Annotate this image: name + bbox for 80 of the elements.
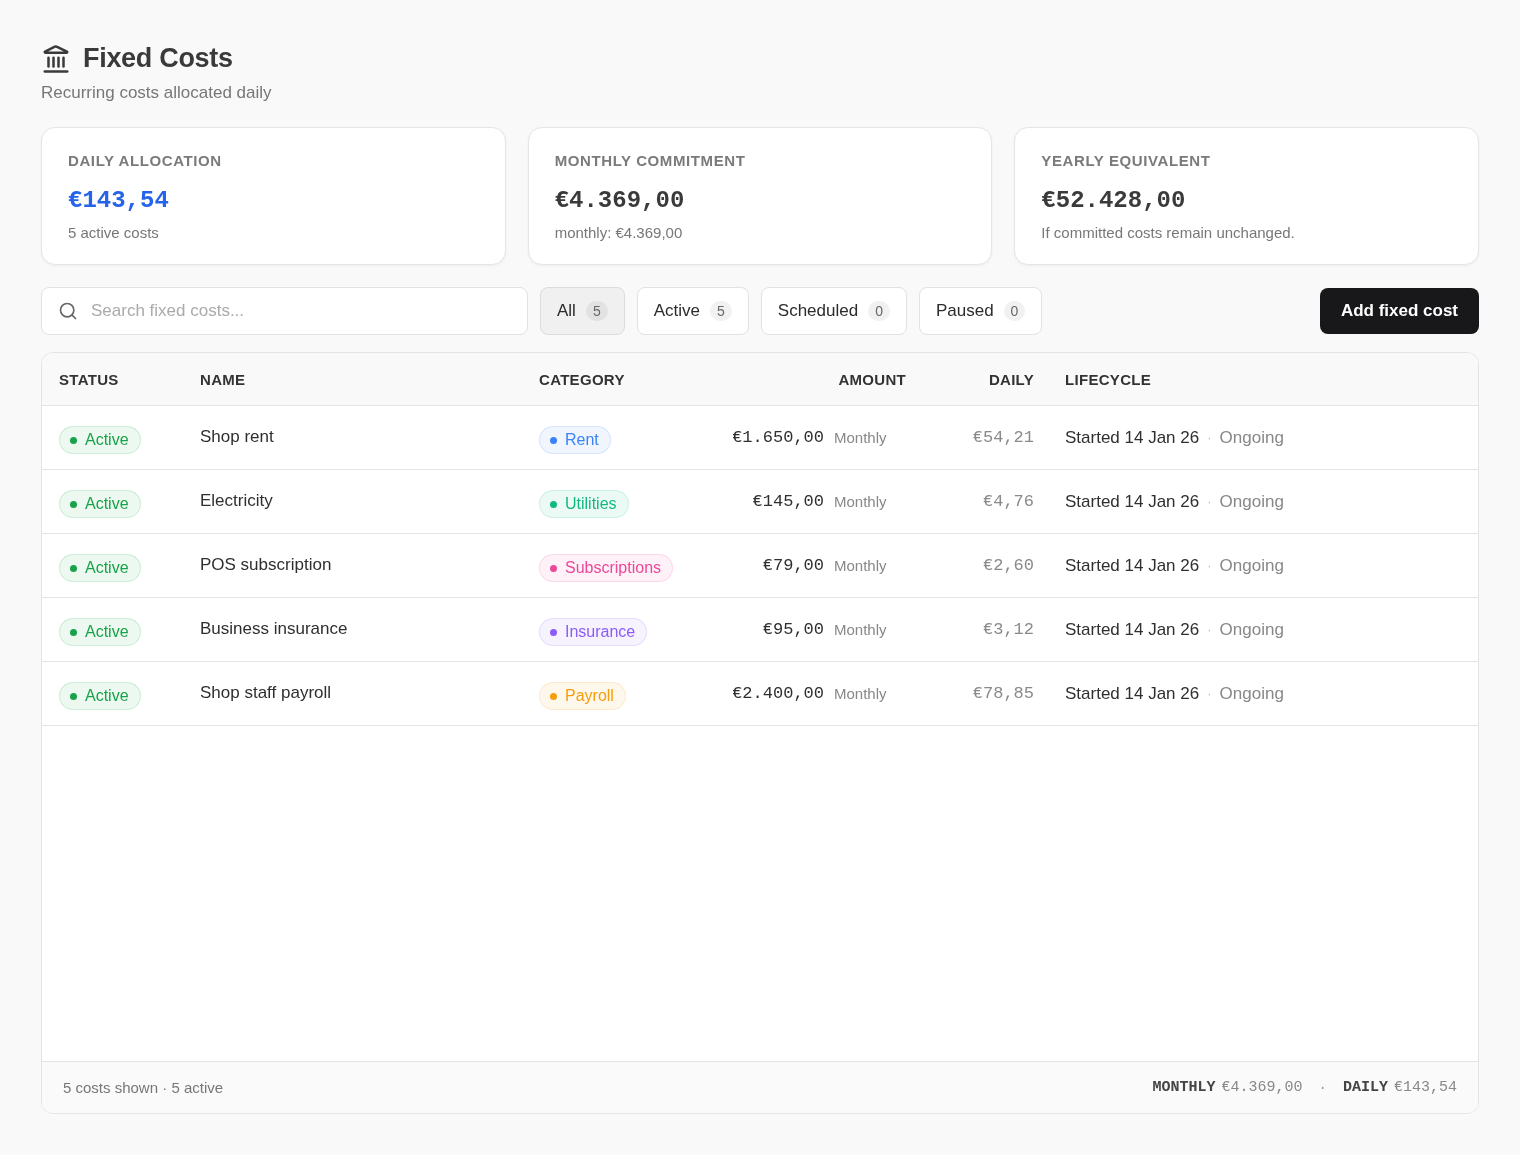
- amount-value: €79,00: [762, 556, 824, 575]
- add-fixed-cost-button[interactable]: Add fixed cost: [1319, 288, 1479, 334]
- filter-count: 5: [585, 301, 608, 321]
- amount-value: €1.650,00: [732, 428, 824, 447]
- end-text: Ongoing: [1219, 683, 1284, 704]
- bank-icon: [41, 43, 71, 74]
- column-header: CATEGORY: [539, 370, 625, 388]
- frequency-text: Monthly: [834, 621, 887, 638]
- start-date-text: Started 14 Jan 26: [1065, 427, 1200, 448]
- start-date-text: Started 14 Jan 26: [1065, 555, 1200, 576]
- filter-tab[interactable]: Scheduled 0: [760, 287, 907, 335]
- card-note: monthly: €4.369,00: [554, 224, 683, 241]
- page-title: Fixed Costs: [83, 43, 233, 74]
- card-value: €4.369,00: [554, 187, 685, 214]
- start-date-text: Started 14 Jan 26: [1065, 619, 1200, 640]
- start-date-text: Started 14 Jan 26: [1065, 491, 1200, 512]
- column-header: LIFECYCLE: [1065, 370, 1152, 388]
- lifecycle-separator: ·: [1207, 494, 1212, 509]
- amount-value: €2.400,00: [732, 684, 824, 703]
- daily-value: €54,21: [972, 428, 1034, 447]
- daily-value: €3,12: [983, 620, 1034, 639]
- search-field[interactable]: Search fixed costs...: [41, 287, 528, 335]
- end-text: Ongoing: [1219, 555, 1284, 576]
- filter-tab[interactable]: Active 5: [636, 287, 749, 335]
- amount-value: €95,00: [762, 620, 824, 639]
- end-text: Ongoing: [1219, 491, 1284, 512]
- filter-count: 5: [710, 301, 732, 321]
- status-badge: Active: [59, 554, 141, 582]
- cost-name: Shop rent: [200, 426, 274, 447]
- search-icon: [58, 301, 78, 321]
- column-header: AMOUNT: [838, 370, 906, 388]
- end-text: Ongoing: [1219, 427, 1284, 448]
- category-tag: Subscriptions: [539, 554, 674, 582]
- cost-name: Business insurance: [200, 618, 348, 639]
- card-value: €52.428,00: [1041, 187, 1186, 214]
- frequency-text: Monthly: [834, 685, 887, 702]
- card-label: DAILY ALLOCATION: [68, 152, 222, 169]
- cost-name: POS subscription: [200, 554, 332, 575]
- filter-count: 0: [868, 301, 890, 321]
- total-label: MONTHLY: [1152, 1079, 1216, 1096]
- frequency-text: Monthly: [834, 557, 887, 574]
- card-value: €143,54: [68, 187, 169, 214]
- filter-count: 0: [1003, 301, 1026, 321]
- category-tag: Utilities: [539, 490, 629, 518]
- status-badge: Active: [59, 682, 141, 710]
- footer-summary: 5 costs shown · 5 active: [63, 1079, 224, 1096]
- card-label: MONTHLY COMMITMENT: [554, 152, 746, 169]
- status-badge: Active: [59, 490, 141, 518]
- status-badge: Active: [59, 426, 141, 454]
- page-subtitle: Recurring costs allocated daily: [41, 83, 272, 103]
- column-header: DAILY: [988, 370, 1034, 388]
- category-tag: Rent: [539, 426, 611, 454]
- filter-tab[interactable]: All 5: [540, 287, 625, 335]
- daily-value: €4,76: [983, 492, 1034, 511]
- total-label: DAILY: [1342, 1079, 1388, 1096]
- card-note: 5 active costs: [68, 224, 159, 241]
- category-tag: Payroll: [539, 682, 626, 710]
- lifecycle-separator: ·: [1207, 430, 1212, 445]
- end-text: Ongoing: [1219, 619, 1284, 640]
- card-label: YEARLY EQUIVALENT: [1041, 152, 1211, 169]
- category-tag: Insurance: [539, 618, 648, 646]
- daily-value: €78,85: [972, 684, 1034, 703]
- lifecycle-separator: ·: [1207, 686, 1212, 701]
- frequency-text: Monthly: [834, 493, 887, 510]
- frequency-text: Monthly: [834, 429, 887, 446]
- status-badge: Active: [59, 618, 141, 646]
- total-value: €143,54: [1394, 1079, 1457, 1096]
- column-header: STATUS: [59, 370, 119, 388]
- cost-name: Shop staff payroll: [200, 682, 332, 703]
- amount-value: €145,00: [752, 492, 824, 511]
- filter-tab[interactable]: Paused 0: [918, 287, 1043, 335]
- card-note: If committed costs remain unchanged.: [1041, 224, 1295, 241]
- start-date-text: Started 14 Jan 26: [1065, 683, 1200, 704]
- column-header: NAME: [200, 370, 246, 388]
- total-value: €4.369,00: [1221, 1079, 1303, 1096]
- lifecycle-separator: ·: [1207, 622, 1212, 637]
- lifecycle-separator: ·: [1207, 558, 1212, 573]
- daily-value: €2,60: [983, 556, 1034, 575]
- totals-separator: ·: [1318, 1079, 1327, 1096]
- cost-name: Electricity: [200, 490, 273, 511]
